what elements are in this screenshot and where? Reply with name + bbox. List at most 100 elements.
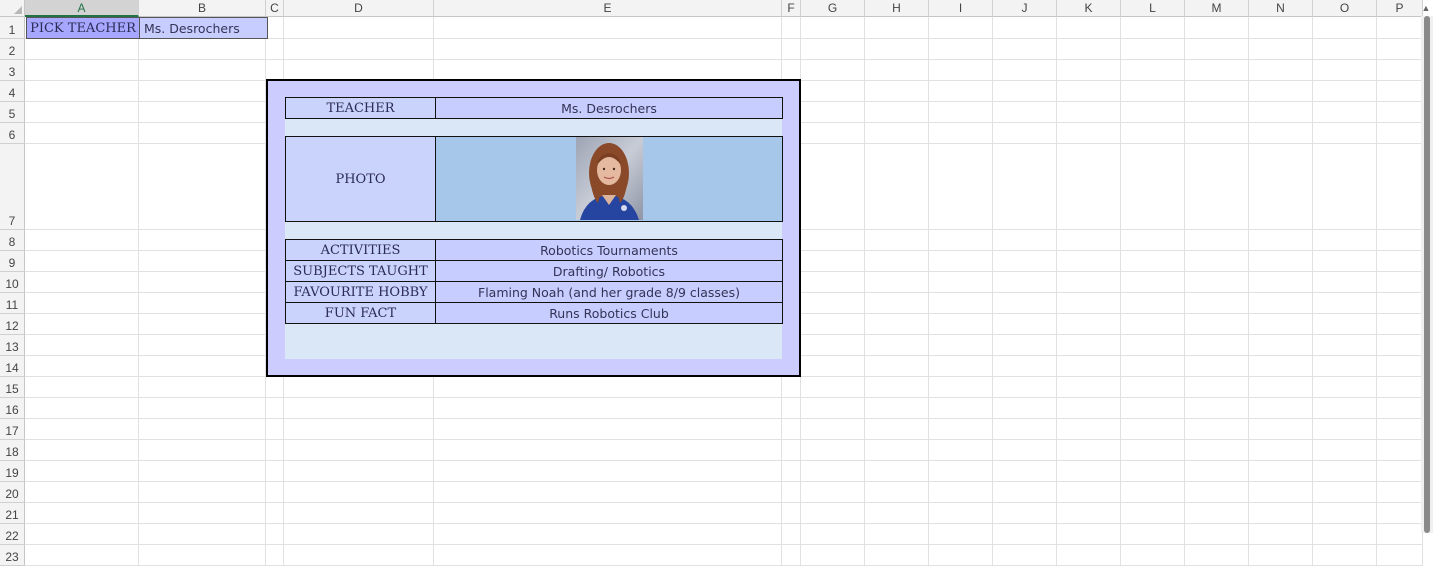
cell-O23[interactable]: [1313, 545, 1377, 566]
cell-P9[interactable]: [1377, 251, 1423, 272]
row-header-5[interactable]: 5: [0, 102, 25, 123]
cell-M20[interactable]: [1185, 482, 1249, 503]
cell-N2[interactable]: [1249, 39, 1313, 60]
cell-H21[interactable]: [865, 503, 929, 524]
cell-O12[interactable]: [1313, 314, 1377, 335]
cell-A2[interactable]: [25, 39, 139, 60]
row-header-11[interactable]: 11: [0, 293, 25, 314]
cell-G16[interactable]: [801, 398, 865, 419]
cell-N1[interactable]: [1249, 17, 1313, 39]
cell-K17[interactable]: [1057, 419, 1121, 440]
cell-I1[interactable]: [929, 17, 993, 39]
cell-J15[interactable]: [993, 377, 1057, 398]
cell-D20[interactable]: [284, 482, 434, 503]
cell-E22[interactable]: [434, 524, 782, 545]
cell-H2[interactable]: [865, 39, 929, 60]
cell-D15[interactable]: [284, 377, 434, 398]
cell-L10[interactable]: [1121, 272, 1185, 293]
cell-L16[interactable]: [1121, 398, 1185, 419]
cell-J18[interactable]: [993, 440, 1057, 461]
cell-J8[interactable]: [993, 230, 1057, 251]
cell-B17[interactable]: [139, 419, 266, 440]
row-header-20[interactable]: 20: [0, 482, 25, 503]
cell-P12[interactable]: [1377, 314, 1423, 335]
cell-J12[interactable]: [993, 314, 1057, 335]
column-header-I[interactable]: I: [929, 0, 993, 17]
cell-I3[interactable]: [929, 60, 993, 81]
cell-J13[interactable]: [993, 335, 1057, 356]
row-header-6[interactable]: 6: [0, 123, 25, 144]
cell-P18[interactable]: [1377, 440, 1423, 461]
row-header-9[interactable]: 9: [0, 251, 25, 272]
cell-A17[interactable]: [25, 419, 139, 440]
cell-M8[interactable]: [1185, 230, 1249, 251]
cell-M19[interactable]: [1185, 461, 1249, 482]
cell-L23[interactable]: [1121, 545, 1185, 566]
cell-D22[interactable]: [284, 524, 434, 545]
cell-M10[interactable]: [1185, 272, 1249, 293]
cell-B5[interactable]: [139, 102, 266, 123]
cell-G1[interactable]: [801, 17, 865, 39]
cell-P3[interactable]: [1377, 60, 1423, 81]
cell-C19[interactable]: [266, 461, 284, 482]
cell-N4[interactable]: [1249, 81, 1313, 102]
cell-M1[interactable]: [1185, 17, 1249, 39]
cell-G9[interactable]: [801, 251, 865, 272]
cell-N8[interactable]: [1249, 230, 1313, 251]
cell-H15[interactable]: [865, 377, 929, 398]
cell-F3[interactable]: [782, 60, 801, 81]
cell-K8[interactable]: [1057, 230, 1121, 251]
cell-D3[interactable]: [284, 60, 434, 81]
cell-C2[interactable]: [266, 39, 284, 60]
cell-H23[interactable]: [865, 545, 929, 566]
row-header-22[interactable]: 22: [0, 524, 25, 545]
cell-L8[interactable]: [1121, 230, 1185, 251]
cell-H16[interactable]: [865, 398, 929, 419]
cell-G2[interactable]: [801, 39, 865, 60]
cell-C1[interactable]: [266, 17, 284, 39]
cell-D19[interactable]: [284, 461, 434, 482]
cell-M11[interactable]: [1185, 293, 1249, 314]
cell-L3[interactable]: [1121, 60, 1185, 81]
cell-J11[interactable]: [993, 293, 1057, 314]
cell-A21[interactable]: [25, 503, 139, 524]
cell-P6[interactable]: [1377, 123, 1423, 144]
cell-P19[interactable]: [1377, 461, 1423, 482]
cell-P1[interactable]: [1377, 17, 1423, 39]
cell-L9[interactable]: [1121, 251, 1185, 272]
cell-J17[interactable]: [993, 419, 1057, 440]
cell-O13[interactable]: [1313, 335, 1377, 356]
cell-I22[interactable]: [929, 524, 993, 545]
cell-G12[interactable]: [801, 314, 865, 335]
cell-M23[interactable]: [1185, 545, 1249, 566]
column-header-A[interactable]: A: [25, 0, 139, 17]
column-header-E[interactable]: E: [434, 0, 782, 17]
cell-I18[interactable]: [929, 440, 993, 461]
column-header-D[interactable]: D: [284, 0, 434, 17]
cell-P4[interactable]: [1377, 81, 1423, 102]
cell-M15[interactable]: [1185, 377, 1249, 398]
cell-B2[interactable]: [139, 39, 266, 60]
cell-M21[interactable]: [1185, 503, 1249, 524]
cell-H9[interactable]: [865, 251, 929, 272]
column-header-G[interactable]: G: [801, 0, 865, 17]
cell-F19[interactable]: [782, 461, 801, 482]
cell-G10[interactable]: [801, 272, 865, 293]
cell-G11[interactable]: [801, 293, 865, 314]
cell-A9[interactable]: [25, 251, 139, 272]
cell-L17[interactable]: [1121, 419, 1185, 440]
cell-O21[interactable]: [1313, 503, 1377, 524]
cell-N19[interactable]: [1249, 461, 1313, 482]
cell-B10[interactable]: [139, 272, 266, 293]
cell-H8[interactable]: [865, 230, 929, 251]
select-all-corner[interactable]: [0, 0, 25, 17]
column-header-L[interactable]: L: [1121, 0, 1185, 17]
cell-O18[interactable]: [1313, 440, 1377, 461]
cell-K14[interactable]: [1057, 356, 1121, 377]
cell-P8[interactable]: [1377, 230, 1423, 251]
cell-G17[interactable]: [801, 419, 865, 440]
cell-M7[interactable]: [1185, 144, 1249, 230]
cell-C17[interactable]: [266, 419, 284, 440]
cell-P11[interactable]: [1377, 293, 1423, 314]
cell-K13[interactable]: [1057, 335, 1121, 356]
